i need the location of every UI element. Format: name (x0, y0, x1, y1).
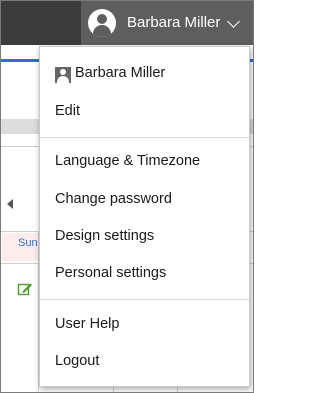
chevron-down-icon (227, 15, 240, 28)
menu-separator (40, 299, 249, 300)
menu-separator (40, 137, 249, 138)
menu-item-edit[interactable]: Edit (40, 97, 249, 127)
user-avatar-icon (88, 9, 116, 37)
top-bar: Barbara Miller (1, 1, 253, 45)
menu-item-change-password[interactable]: Change password (40, 185, 249, 215)
menu-item-label: Personal settings (55, 265, 167, 281)
menu-item-label: Design settings (55, 228, 155, 244)
menu-item-label: User Help (55, 316, 120, 332)
sunday-label[interactable]: Sun (18, 237, 38, 249)
menu-item-label: Edit (55, 103, 80, 119)
menu-item-label: Change password (55, 191, 172, 207)
arrow-left-icon[interactable] (7, 199, 13, 209)
user-dropdown-menu: Barbara Miller Edit Language & Timezone … (39, 46, 250, 387)
user-menu-button[interactable]: Barbara Miller (81, 1, 253, 45)
menu-item-personal-settings[interactable]: Personal settings (40, 259, 249, 289)
app-window: Barbara Miller Sun Barbara Miller Edit L… (0, 0, 254, 393)
edit-icon[interactable] (17, 281, 33, 297)
user-name-label: Barbara Miller (127, 14, 221, 31)
menu-item-label: Logout (55, 353, 100, 369)
menu-item-logout[interactable]: Logout (40, 347, 249, 377)
menu-item-design-settings[interactable]: Design settings (40, 222, 249, 252)
menu-item-label: Barbara Miller (75, 65, 166, 81)
menu-item-user-help[interactable]: User Help (40, 310, 249, 340)
user-icon (55, 67, 71, 83)
menu-item-profile[interactable]: Barbara Miller (40, 59, 249, 89)
menu-item-language-timezone[interactable]: Language & Timezone (40, 147, 249, 177)
menu-item-label: Language & Timezone (55, 153, 201, 169)
